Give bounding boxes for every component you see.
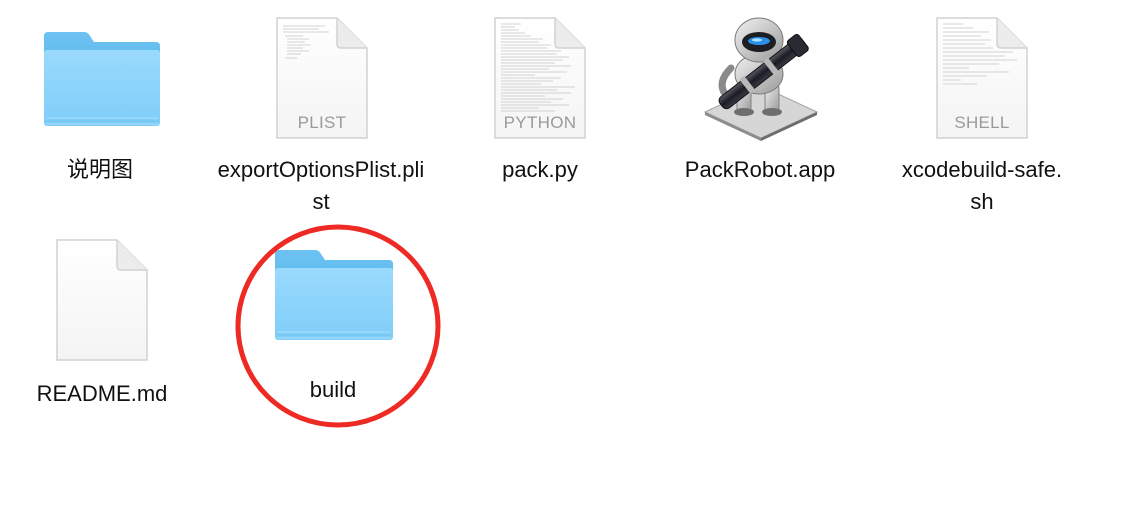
- plist-badge: PLIST: [298, 113, 347, 132]
- file-label: pack.py: [502, 157, 578, 182]
- plist-document-icon: PLIST: [276, 17, 368, 139]
- file-item-export-options-plist[interactable]: PLIST exportOptionsPlist.plist: [215, 10, 427, 220]
- file-label: xcodebuild-safe.sh: [901, 157, 1063, 214]
- file-label: README.md: [36, 381, 168, 406]
- file-item-readme-md[interactable]: README.md: [20, 232, 210, 422]
- folder-icon: [44, 32, 160, 126]
- file-label: 说明图: [66, 157, 133, 182]
- shell-document-icon: SHELL: [936, 17, 1028, 139]
- python-document-icon: PYTHON: [494, 17, 586, 139]
- file-label: exportOptionsPlist.plist: [217, 157, 425, 214]
- file-label: build: [309, 377, 357, 402]
- file-item-packrobot-app[interactable]: PackRobot.app: [665, 10, 855, 210]
- file-label: PackRobot.app: [684, 157, 836, 182]
- file-item-build-folder[interactable]: build: [255, 240, 415, 420]
- file-item-xcodebuild-safe-sh[interactable]: SHELL xcodebuild-safe.sh: [900, 10, 1064, 220]
- file-item-pack-py[interactable]: PYTHON pack.py: [460, 10, 620, 210]
- automator-robot-icon: [703, 17, 819, 141]
- shell-badge: SHELL: [954, 113, 1009, 132]
- python-badge: PYTHON: [504, 113, 577, 132]
- folder-icon: [275, 250, 393, 340]
- blank-document-icon: [56, 239, 148, 361]
- file-item-folder-shuomingtu[interactable]: 说明图: [20, 10, 180, 210]
